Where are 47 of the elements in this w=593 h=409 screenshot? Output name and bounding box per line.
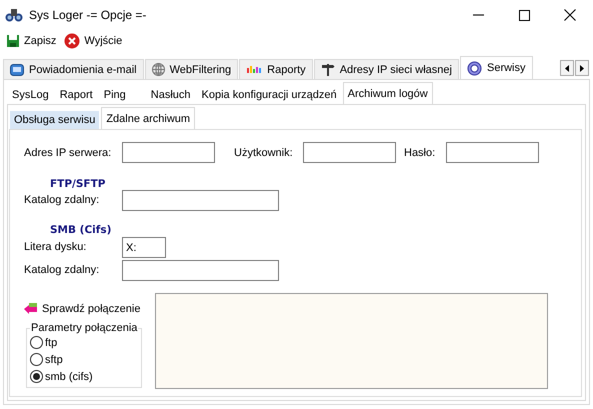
scroll-left-button[interactable]	[560, 60, 574, 76]
tab[interactable]: WebFiltering	[144, 59, 238, 79]
field-label: Katalog zdalny:	[24, 194, 100, 206]
scroll-right-button[interactable]	[575, 60, 589, 76]
tab[interactable]: Archiwum logów	[342, 82, 433, 104]
input-field[interactable]	[446, 142, 539, 163]
input-field[interactable]: X:	[122, 237, 166, 258]
left-arrow-icon	[565, 64, 569, 72]
save-button[interactable]: Zapisz	[3, 32, 60, 50]
tab[interactable]: Adresy IP sieci własnej	[314, 59, 459, 79]
tab[interactable]: Serwisy	[460, 56, 532, 79]
radio-option[interactable]: ftp	[30, 334, 141, 351]
bar-chart-icon	[246, 64, 262, 74]
field-label: Adres IP serwera:	[24, 147, 112, 159]
window-title: Sys Loger -= Opcje =-	[29, 8, 146, 22]
section-heading: SMB (Cifs)	[50, 224, 112, 236]
close-icon	[64, 33, 80, 49]
envelope-icon	[10, 64, 24, 76]
tab[interactable]: Raporty	[239, 59, 313, 79]
input-field[interactable]	[122, 190, 279, 211]
tab[interactable]: Obsługa serwisu	[9, 110, 100, 129]
radio-option[interactable]: smb (cifs)	[30, 368, 141, 385]
radio-button[interactable]	[30, 336, 43, 349]
section-heading: FTP/SFTP	[50, 178, 106, 190]
field-label: Hasło:	[404, 147, 436, 159]
input-field[interactable]	[122, 260, 279, 281]
exit-button[interactable]: Wyjście	[61, 31, 126, 51]
group-title: Parametry połączenia	[30, 322, 138, 334]
minimize-icon	[472, 14, 484, 16]
radio-button[interactable]	[30, 370, 43, 383]
maximize-icon	[518, 10, 530, 20]
input-field[interactable]	[303, 142, 396, 163]
arrow-icon	[24, 302, 38, 315]
globe-icon	[152, 63, 165, 76]
field-label: Litera dysku:	[24, 241, 86, 253]
close-icon	[564, 9, 576, 21]
radio-option[interactable]: sftp	[30, 351, 141, 368]
tab[interactable]: Powiadomienia e-mail	[3, 59, 144, 79]
right-arrow-icon	[580, 64, 584, 72]
tab[interactable]: Zdalne archiwum	[101, 107, 196, 129]
field-label: Katalog zdalny:	[24, 264, 100, 276]
field-label: Użytkownik:	[234, 147, 293, 159]
radio-button[interactable]	[30, 353, 43, 366]
binoculars-icon	[5, 8, 23, 22]
input-field[interactable]	[122, 142, 215, 163]
test-connection-button[interactable]: Sprawdź połączenie	[24, 302, 140, 315]
signpost-icon	[320, 63, 335, 76]
